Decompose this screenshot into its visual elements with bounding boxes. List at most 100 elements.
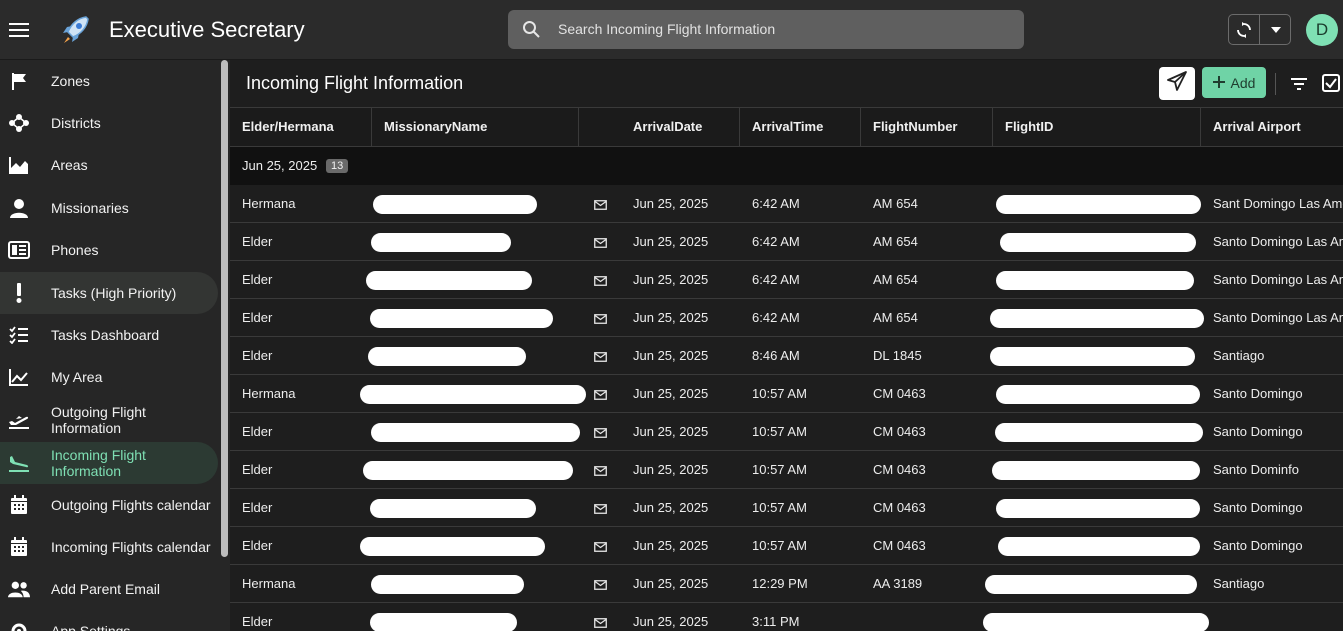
cell-arrival-airport: Santo Domingo Las Americas — [1213, 234, 1343, 249]
gear-icon — [8, 620, 30, 631]
mail-icon[interactable] — [594, 540, 607, 552]
sidebar-item-areas[interactable]: Areas — [0, 144, 218, 186]
cell-flight-number: AM 654 — [873, 234, 918, 249]
sync-button-group — [1228, 14, 1291, 45]
avatar[interactable]: D — [1306, 14, 1338, 46]
select-checkbox-icon[interactable] — [1321, 73, 1341, 93]
column-header-arrival-airport[interactable]: Arrival Airport — [1213, 108, 1301, 146]
table-row[interactable]: Elder Jun 25, 2025 10:57 AM CM 0463 Santo Do… — [230, 451, 1343, 489]
mail-icon[interactable] — [594, 236, 607, 248]
chevron-down-icon[interactable] — [1260, 15, 1291, 44]
cell-arrival-airport: Santo Domingo — [1213, 424, 1303, 439]
search-icon — [522, 20, 541, 44]
cell-arrival-airport: Santo Dominfo — [1213, 462, 1299, 477]
column-divider — [1200, 108, 1201, 146]
mail-icon[interactable] — [594, 616, 607, 628]
sidebar-item-zones[interactable]: Zones — [0, 60, 218, 102]
table-row[interactable]: Hermana Jun 25, 2025 6:42 AM AM 654 Sant Dom… — [230, 185, 1343, 223]
redacted-missionary-name — [371, 423, 580, 442]
column-header-arrival-time[interactable]: ArrivalTime — [752, 108, 823, 146]
redacted-flight-id — [990, 309, 1204, 328]
column-divider — [860, 108, 861, 146]
mail-icon[interactable] — [594, 350, 607, 362]
add-button-label: Add — [1230, 74, 1256, 91]
sidebar-item-incoming-flights-calendar[interactable]: Incoming Flights calendar — [0, 526, 218, 568]
cell-arrival-airport: Santo Domingo — [1213, 500, 1303, 515]
sidebar-item-outgoing-flight-information[interactable]: Outgoing Flight Information — [0, 399, 218, 441]
hamburger-menu-icon[interactable] — [6, 16, 32, 44]
column-header-missionary-name[interactable]: MissionaryName — [384, 108, 487, 146]
cell-arrival-date: Jun 25, 2025 — [633, 348, 709, 363]
cell-arrival-date: Jun 25, 2025 — [633, 310, 709, 325]
redacted-flight-id — [1000, 233, 1196, 252]
sidebar-item-tasks-dashboard[interactable]: Tasks Dashboard — [0, 314, 218, 356]
mail-icon[interactable] — [594, 502, 607, 514]
table-row[interactable]: Elder Jun 25, 2025 8:46 AM DL 1845 Santiago — [230, 337, 1343, 375]
column-header-arrival-date[interactable]: ArrivalDate — [633, 108, 702, 146]
column-divider — [371, 108, 372, 146]
cell-arrival-time: 6:42 AM — [752, 234, 800, 249]
table-row[interactable]: Hermana Jun 25, 2025 10:57 AM CM 0463 Santo … — [230, 375, 1343, 413]
cell-elder-hermana: Elder — [242, 424, 273, 439]
sidebar-item-app-settings[interactable]: App Settings — [0, 610, 218, 631]
exclamation-icon — [8, 282, 30, 304]
sidebar-scrollbar[interactable] — [221, 60, 228, 557]
toolbar-divider — [1275, 73, 1276, 95]
area-chart-icon — [8, 154, 30, 176]
cell-arrival-time: 6:42 AM — [752, 196, 800, 211]
table-row[interactable]: Elder Jun 25, 2025 6:42 AM AM 654 Santo Domi… — [230, 223, 1343, 261]
sidebar-item-tasks-high-priority[interactable]: Tasks (High Priority) — [0, 272, 218, 314]
sidebar-item-label: Outgoing Flight Information — [51, 404, 146, 436]
filter-icon[interactable] — [1288, 73, 1310, 95]
sidebar-item-incoming-flight-information[interactable]: Incoming Flight Information — [0, 442, 218, 484]
mail-icon[interactable] — [594, 312, 607, 324]
cell-arrival-time: 12:29 PM — [752, 576, 808, 591]
add-button[interactable]: Add — [1202, 67, 1266, 98]
search-input[interactable]: Search Incoming Flight Information — [558, 10, 775, 49]
sidebar-item-add-parent-email[interactable]: Add Parent Email — [0, 568, 218, 610]
mail-icon[interactable] — [594, 274, 607, 286]
redacted-missionary-name — [373, 195, 537, 214]
cell-flight-number: CM 0463 — [873, 462, 926, 477]
redacted-flight-id — [996, 271, 1194, 290]
cell-elder-hermana: Hermana — [242, 576, 296, 591]
search-bar[interactable]: Search Incoming Flight Information — [508, 10, 1024, 49]
table-row[interactable]: Hermana Jun 25, 2025 12:29 PM AA 3189 Santia… — [230, 565, 1343, 603]
cell-flight-number: AM 654 — [873, 310, 918, 325]
sidebar-item-label: Districts — [51, 115, 101, 131]
table-row[interactable]: Elder Jun 25, 2025 6:42 AM AM 654 Santo Domi… — [230, 299, 1343, 337]
sidebar-item-phones[interactable]: Phones — [0, 229, 218, 271]
sidebar-item-label: My Area — [51, 369, 103, 385]
table-row[interactable]: Elder Jun 25, 2025 3:11 PM — [230, 603, 1343, 631]
column-header-elder-hermana[interactable]: Elder/Hermana — [242, 108, 334, 146]
cell-arrival-time: 6:42 AM — [752, 272, 800, 287]
rocket-logo-icon — [58, 13, 92, 47]
table-row[interactable]: Elder Jun 25, 2025 10:57 AM CM 0463 Santo Do… — [230, 527, 1343, 565]
table-row[interactable]: Elder Jun 25, 2025 6:42 AM AM 654 Santo Domi… — [230, 261, 1343, 299]
redacted-flight-id — [990, 347, 1195, 366]
redacted-missionary-name — [371, 575, 524, 594]
sidebar-item-my-area[interactable]: My Area — [0, 356, 218, 398]
sidebar-item-missionaries[interactable]: Missionaries — [0, 187, 218, 229]
cell-arrival-time: 10:57 AM — [752, 500, 807, 515]
sidebar-item-label: Incoming Flights calendar — [51, 539, 211, 555]
mail-icon[interactable] — [594, 426, 607, 438]
column-header-flight-id[interactable]: FlightID — [1005, 108, 1053, 146]
mail-icon[interactable] — [594, 388, 607, 400]
mail-icon[interactable] — [594, 198, 607, 210]
calendar-icon — [8, 536, 30, 558]
table-row[interactable]: Elder Jun 25, 2025 10:57 AM CM 0463 Santo Do… — [230, 489, 1343, 527]
sidebar-item-label: Tasks (High Priority) — [51, 285, 177, 301]
column-header-flight-number[interactable]: FlightNumber — [873, 108, 958, 146]
redacted-missionary-name — [371, 233, 511, 252]
sidebar-item-outgoing-flights-calendar[interactable]: Outgoing Flights calendar — [0, 484, 218, 526]
sidebar-item-districts[interactable]: Districts — [0, 102, 218, 144]
cell-flight-number: CM 0463 — [873, 386, 926, 401]
send-button[interactable] — [1159, 67, 1195, 100]
group-count-badge: 13 — [326, 159, 349, 173]
sync-icon[interactable] — [1229, 15, 1260, 44]
mail-icon[interactable] — [594, 464, 607, 476]
mail-icon[interactable] — [594, 578, 607, 590]
group-row-date[interactable]: Jun 25, 2025 13 — [230, 147, 1343, 185]
table-row[interactable]: Elder Jun 25, 2025 10:57 AM CM 0463 Santo Do… — [230, 413, 1343, 451]
